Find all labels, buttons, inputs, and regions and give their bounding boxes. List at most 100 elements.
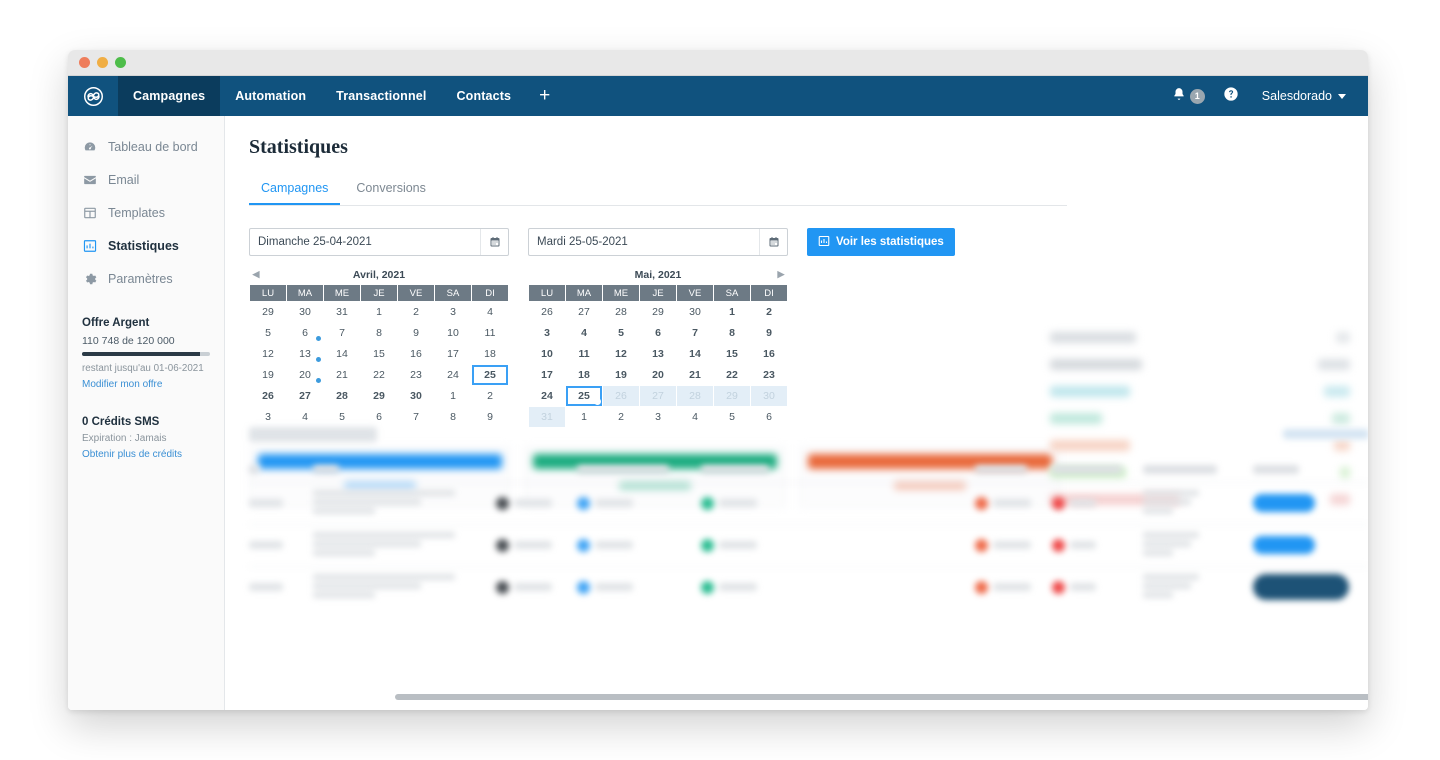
row-action-button[interactable] <box>1252 536 1315 554</box>
calendar-day-cell[interactable]: 16 <box>750 343 788 365</box>
calendar-day-cell[interactable]: 14 <box>323 343 361 365</box>
calendar-day-cell[interactable]: 29 <box>249 301 287 323</box>
calendar-day-cell[interactable]: 2 <box>750 301 788 323</box>
calendar-prev-icon[interactable]: ◀ <box>249 269 263 280</box>
calendar-day-cell[interactable]: 21 <box>676 364 714 386</box>
calendar-day-cell[interactable]: 12 <box>249 343 287 365</box>
window-close-button[interactable] <box>79 57 90 68</box>
table-row[interactable] <box>249 565 1368 608</box>
calendar-day-cell[interactable]: 23 <box>750 364 788 386</box>
modify-offer-link[interactable]: Modifier mon offre <box>82 379 210 390</box>
nav-item-contacts[interactable]: Contacts <box>441 76 526 116</box>
tab-conversions[interactable]: Conversions <box>344 175 437 205</box>
calendar-day-cell[interactable]: 15 <box>713 343 751 365</box>
date-start-input[interactable] <box>250 236 480 248</box>
calendar-day-cell[interactable]: 5 <box>249 322 287 344</box>
calendar-day-cell[interactable]: 29 <box>639 301 677 323</box>
horizontal-scrollbar[interactable] <box>395 694 1368 700</box>
calendar-day-cell[interactable]: 1 <box>360 301 398 323</box>
calendar-day-cell[interactable]: 11 <box>565 343 603 365</box>
calendar-day-cell[interactable]: 29 <box>360 385 398 407</box>
notifications-button[interactable]: 1 <box>1163 76 1214 116</box>
calendar-day-cell[interactable]: 2 <box>471 385 509 407</box>
calendar-day-cell[interactable]: 5 <box>602 322 640 344</box>
calendar-day-cell[interactable]: 18 <box>565 364 603 386</box>
calendar-day-cell[interactable]: 25 <box>565 385 603 407</box>
calendar-day-cell[interactable]: 4 <box>471 301 509 323</box>
calendar-day-cell[interactable]: 12 <box>602 343 640 365</box>
calendar-day-cell[interactable]: 8 <box>713 322 751 344</box>
calendar-day-cell[interactable]: 17 <box>434 343 472 365</box>
sidebar-item-templates[interactable]: Templates <box>68 196 224 229</box>
nav-item-campagnes[interactable]: Campagnes <box>118 76 221 116</box>
calendar-day-cell[interactable]: 24 <box>528 385 566 407</box>
calendar-day-cell[interactable]: 29 <box>713 385 751 407</box>
calendar-day-cell[interactable]: 15 <box>360 343 398 365</box>
calendar-day-cell[interactable]: 1 <box>434 385 472 407</box>
calendar-day-cell[interactable]: 26 <box>528 301 566 323</box>
calendar-day-cell[interactable]: 30 <box>286 301 324 323</box>
row-action-button[interactable] <box>1252 494 1315 512</box>
calendar-day-cell[interactable]: 30 <box>397 385 435 407</box>
calendar-day-cell[interactable]: 4 <box>565 322 603 344</box>
calendar-day-cell[interactable]: 20 <box>286 364 324 386</box>
calendar-day-cell[interactable]: 28 <box>602 301 640 323</box>
calendar-day-cell[interactable]: 27 <box>565 301 603 323</box>
calendar-day-cell[interactable]: 26 <box>602 385 640 407</box>
calendar-day-cell[interactable]: 27 <box>639 385 677 407</box>
calendar-day-cell[interactable]: 9 <box>750 322 788 344</box>
calendar-day-cell[interactable]: 27 <box>286 385 324 407</box>
calendar-day-cell[interactable]: 11 <box>471 322 509 344</box>
date-end-field[interactable] <box>528 228 788 256</box>
calendar-day-cell[interactable]: 13 <box>639 343 677 365</box>
calendar-day-cell[interactable]: 22 <box>713 364 751 386</box>
help-button[interactable] <box>1214 76 1248 116</box>
nav-item-transactionnel[interactable]: Transactionnel <box>321 76 441 116</box>
calendar-day-cell[interactable]: 25 <box>471 364 509 386</box>
calendar-day-cell[interactable]: 23 <box>397 364 435 386</box>
tab-campagnes[interactable]: Campagnes <box>249 175 341 205</box>
calendar-day-cell[interactable]: 24 <box>434 364 472 386</box>
calendar-day-cell[interactable]: 16 <box>397 343 435 365</box>
calendar-day-cell[interactable]: 22 <box>360 364 398 386</box>
calendar-day-cell[interactable]: 28 <box>676 385 714 407</box>
calendar-day-cell[interactable]: 14 <box>676 343 714 365</box>
calendar-day-cell[interactable]: 20 <box>639 364 677 386</box>
calendar-day-cell[interactable]: 17 <box>528 364 566 386</box>
calendar-day-cell[interactable]: 26 <box>249 385 287 407</box>
window-minimize-button[interactable] <box>97 57 108 68</box>
table-row[interactable] <box>249 523 1368 566</box>
calendar-day-cell[interactable]: 30 <box>750 385 788 407</box>
calendar-day-cell[interactable]: 6 <box>286 322 324 344</box>
calendar-day-cell[interactable]: 30 <box>676 301 714 323</box>
calendar-day-cell[interactable]: 7 <box>676 322 714 344</box>
date-end-input[interactable] <box>529 236 759 248</box>
calendar-day-cell[interactable]: 2 <box>397 301 435 323</box>
window-maximize-button[interactable] <box>115 57 126 68</box>
calendar-day-cell[interactable]: 18 <box>471 343 509 365</box>
voir-les-statistiques-button[interactable]: Voir les statistiques <box>807 228 955 256</box>
calendar-day-cell[interactable]: 28 <box>323 385 361 407</box>
sendinblue-logo-icon[interactable] <box>68 76 118 116</box>
calendar-day-cell[interactable]: 13 <box>286 343 324 365</box>
sidebar-item-email[interactable]: Email <box>68 163 224 196</box>
calendar-day-cell[interactable]: 3 <box>528 322 566 344</box>
sidebar-item-tableau-de-bord[interactable]: Tableau de bord <box>68 130 224 163</box>
calendar-day-cell[interactable]: 10 <box>528 343 566 365</box>
export-button[interactable] <box>1283 429 1368 439</box>
account-menu[interactable]: Salesdorado <box>1248 89 1354 103</box>
calendar-day-cell[interactable]: 1 <box>713 301 751 323</box>
table-row[interactable] <box>249 481 1368 524</box>
calendar-day-cell[interactable]: 9 <box>397 322 435 344</box>
calendar-day-cell[interactable]: 21 <box>323 364 361 386</box>
calendar-day-cell[interactable]: 10 <box>434 322 472 344</box>
get-more-credits-link[interactable]: Obtenir plus de crédits <box>82 449 210 460</box>
nav-add-button[interactable]: + <box>526 76 563 116</box>
calendar-day-cell[interactable]: 3 <box>434 301 472 323</box>
calendar-day-cell[interactable]: 31 <box>323 301 361 323</box>
calendar-day-cell[interactable]: 7 <box>323 322 361 344</box>
row-action-button[interactable] <box>1252 574 1349 601</box>
sidebar-item-statistiques[interactable]: Statistiques <box>68 229 224 262</box>
calendar-day-cell[interactable]: 8 <box>360 322 398 344</box>
date-end-calendar-icon[interactable] <box>759 229 787 255</box>
